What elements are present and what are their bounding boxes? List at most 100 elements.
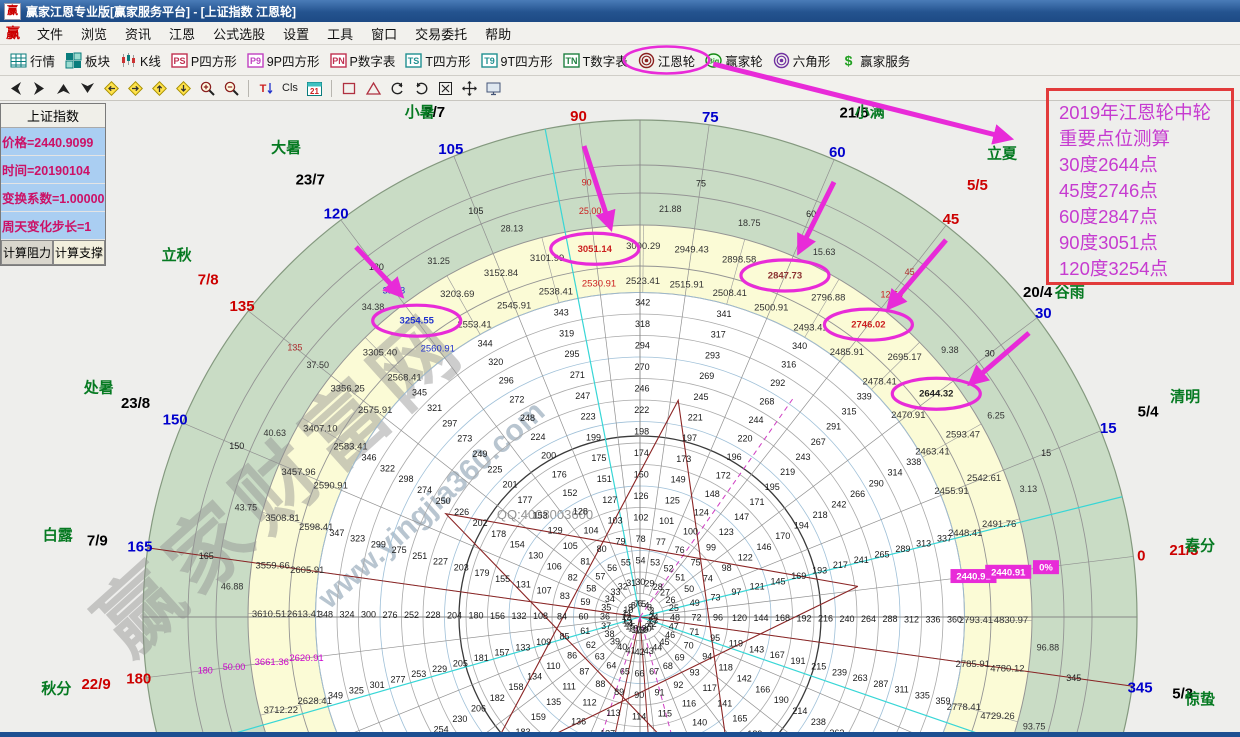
svg-text:120: 120 (324, 206, 349, 223)
svg-text:118: 118 (719, 663, 733, 673)
toolbar-item-pn-badge[interactable]: PNP数字表 (326, 49, 400, 72)
svg-text:31.25: 31.25 (427, 256, 450, 266)
tool-screen-icon[interactable] (482, 78, 504, 98)
svg-text:2508.41: 2508.41 (713, 288, 747, 299)
menu-item[interactable]: 工具 (318, 22, 362, 45)
info-row: 周天变化步长=1 (1, 212, 105, 240)
toolbar-item-hexagon[interactable]: 六角形 (769, 49, 835, 72)
tool-select-box-icon[interactable] (434, 78, 456, 98)
tool-diamond-down-icon[interactable] (172, 78, 194, 98)
svg-text:3661.36: 3661.36 (255, 657, 289, 668)
svg-text:298: 298 (399, 474, 414, 484)
toolbar-item-sectors[interactable]: 板块 (61, 49, 114, 72)
menu-item[interactable]: 公式选股 (204, 22, 274, 45)
tool-price-axis-icon[interactable]: T (255, 78, 277, 98)
svg-text:T: T (259, 83, 266, 95)
sectors-icon (65, 52, 82, 69)
tool-nav-up-icon[interactable] (52, 78, 74, 98)
toolbar-item-ts-badge[interactable]: TST四方形 (401, 49, 474, 72)
toolbar-item-tn-badge[interactable]: TNT数字表 (559, 49, 632, 72)
svg-text:5/5: 5/5 (967, 177, 988, 194)
toolbar-item-label: K线 (140, 51, 161, 70)
svg-text:2847.73: 2847.73 (768, 270, 802, 281)
tool-nav-down-icon[interactable] (76, 78, 98, 98)
svg-text:275: 275 (392, 545, 407, 555)
tool-rotate-ccw-icon[interactable] (410, 78, 432, 98)
svg-text:119: 119 (729, 639, 743, 649)
svg-text:2523.41: 2523.41 (626, 276, 660, 287)
toolbar-item-t9-badge[interactable]: T99T四方形 (477, 49, 557, 72)
toolbar-item-ps-badge[interactable]: PSP四方形 (167, 49, 241, 72)
toolbar-separator (248, 80, 249, 97)
svg-text:325: 325 (349, 685, 364, 695)
tool-rotate-cw-icon[interactable] (386, 78, 408, 98)
svg-text:0: 0 (1137, 547, 1145, 564)
menu-item[interactable]: 设置 (274, 22, 318, 45)
t9-badge-icon: T9 (481, 53, 498, 68)
tool-zoom-in-icon[interactable] (196, 78, 218, 98)
svg-text:346: 346 (362, 452, 377, 462)
svg-text:129: 129 (548, 526, 563, 536)
pn-badge-icon: PN (330, 53, 347, 68)
svg-text:100: 100 (683, 526, 698, 536)
svg-text:52: 52 (664, 563, 674, 573)
menu-bar: 赢 文件浏览资讯江恩公式选股设置工具窗口交易委托帮助 (0, 22, 1240, 45)
svg-text:198: 198 (634, 427, 649, 437)
tool-move-crosshair-icon[interactable] (458, 78, 480, 98)
menu-item[interactable]: 帮助 (476, 22, 520, 45)
toolbar-item-gann-wheel[interactable]: 江恩轮 (634, 49, 700, 72)
svg-text:89: 89 (614, 687, 624, 697)
toolbar-item-p9-badge[interactable]: P99P四方形 (243, 49, 324, 72)
svg-text:40.63: 40.63 (264, 428, 287, 438)
svg-text:270: 270 (635, 362, 650, 372)
menu-item[interactable]: 文件 (28, 22, 72, 45)
info-row: 价格=2440.9099 (1, 128, 105, 156)
calc-resistance-button[interactable]: 计算阻力 (1, 240, 53, 265)
tool-nav-left-icon[interactable] (4, 78, 26, 98)
svg-text:294: 294 (635, 341, 650, 351)
toolbar-item-service[interactable]: $赢家服务 (836, 49, 914, 72)
svg-text:191: 191 (791, 656, 806, 666)
svg-text:149: 149 (671, 475, 686, 485)
price-axis-icon: T (258, 80, 275, 97)
svg-text:惊蛰: 惊蛰 (1185, 690, 1215, 708)
svg-text:105: 105 (563, 541, 578, 551)
svg-text:221: 221 (688, 413, 703, 423)
annotation-line: 45度2746点 (1059, 178, 1229, 204)
toolbar-item-winner-wheel[interactable]: Big赢家轮 (701, 49, 767, 72)
svg-text:152: 152 (562, 488, 577, 498)
cls-button[interactable]: Cls (279, 78, 301, 98)
svg-text:202: 202 (473, 518, 488, 528)
tool-nav-right-icon[interactable] (28, 78, 50, 98)
svg-text:269: 269 (699, 371, 714, 381)
tool-zoom-out-icon[interactable] (220, 78, 242, 98)
menu-item[interactable]: 资讯 (116, 22, 160, 45)
calc-support-button[interactable]: 计算支撑 (53, 240, 105, 265)
ts-badge-icon: TS (405, 53, 422, 68)
svg-text:196: 196 (727, 452, 742, 462)
tool-triangle-tool-icon[interactable] (362, 78, 384, 98)
winner-wheel-icon: Big (705, 52, 722, 69)
svg-text:159: 159 (531, 712, 546, 722)
tool-calendar-icon[interactable]: 21 (303, 78, 325, 98)
tool-diamond-up-icon[interactable] (148, 78, 170, 98)
svg-text:15: 15 (1100, 420, 1117, 437)
svg-text:54: 54 (635, 556, 645, 566)
menu-item[interactable]: 交易委托 (406, 22, 476, 45)
menu-item[interactable]: 江恩 (160, 22, 204, 45)
toolbar-item-quotes-table[interactable]: 行情 (6, 49, 59, 72)
svg-text:86: 86 (567, 650, 577, 660)
tool-diamond-left-icon[interactable] (100, 78, 122, 98)
tool-square-tool-icon[interactable] (338, 78, 360, 98)
menu-item[interactable]: 浏览 (72, 22, 116, 45)
svg-text:340: 340 (792, 341, 807, 351)
svg-text:小满: 小满 (855, 103, 885, 121)
toolbar-separator (331, 80, 332, 97)
svg-text:116: 116 (682, 699, 696, 709)
svg-text:345: 345 (1128, 679, 1153, 696)
svg-text:220: 220 (738, 434, 753, 444)
tool-diamond-right-icon[interactable] (124, 78, 146, 98)
svg-text:299: 299 (371, 539, 386, 549)
menu-item[interactable]: 窗口 (362, 22, 406, 45)
toolbar-item-kline[interactable]: K线 (116, 49, 165, 72)
